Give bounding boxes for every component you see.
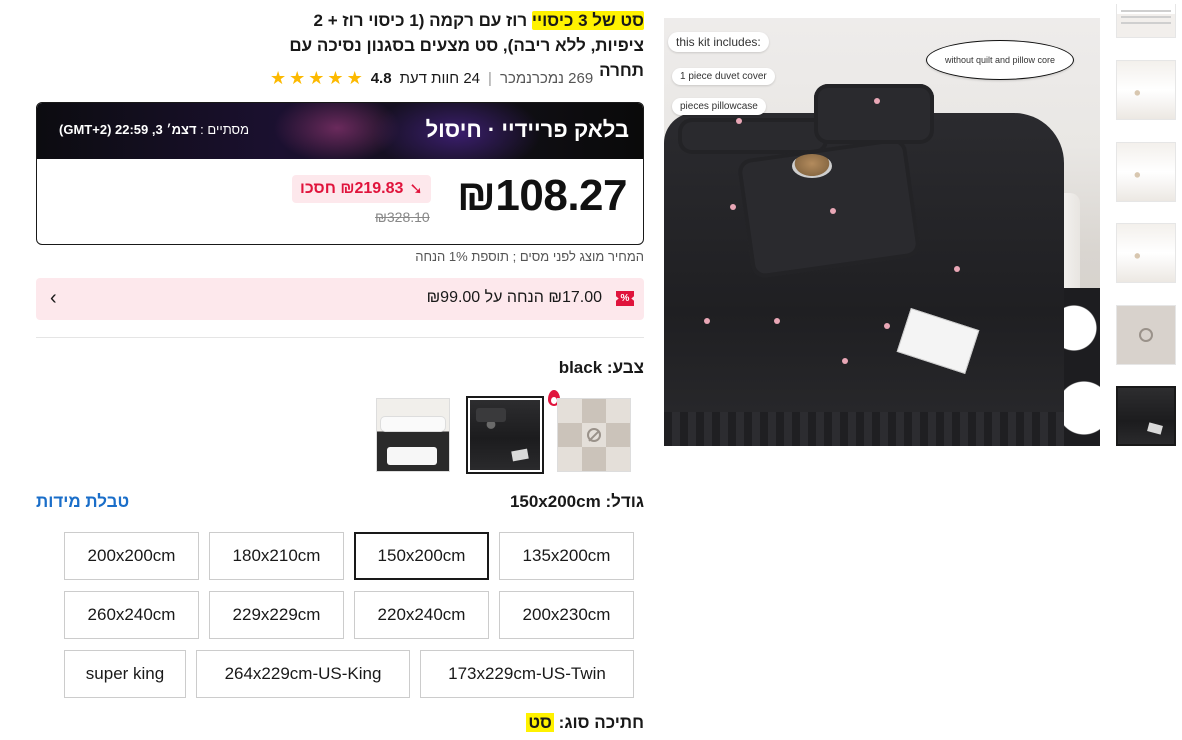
color-label: צבע: black xyxy=(400,358,644,378)
duvet-cover-bubble: 1 piece duvet cover xyxy=(672,68,775,85)
ruffle-image xyxy=(664,412,1064,446)
deal-banner: בלאק פריידיי · חיסול מסתיים : דצמ׳ 3, 22… xyxy=(37,103,643,159)
rating-score: 4.8 xyxy=(370,69,392,87)
size-option-selected[interactable]: 150x200cm xyxy=(354,532,489,580)
swatch-image xyxy=(470,400,540,470)
rose-dot xyxy=(842,358,848,364)
separator: | xyxy=(488,69,492,87)
size-option[interactable]: super king xyxy=(64,650,186,698)
size-option[interactable]: 200x200cm xyxy=(64,532,199,580)
reviews-link[interactable]: 24 חוות דעת xyxy=(400,70,480,87)
pillow-image xyxy=(678,118,828,154)
chevron-left-icon[interactable]: ‹ xyxy=(50,287,57,310)
sold-count: 269 נמכרנמכר xyxy=(499,69,594,87)
rose-dot xyxy=(830,208,836,214)
tax-note: המחיר מוצג לפני מסים ; תוספת 1% הנחה xyxy=(415,249,644,264)
star-icon: ★ xyxy=(346,68,363,88)
type-label-text: חתיכה סוג: xyxy=(558,713,644,732)
thumbnail-placeholder[interactable] xyxy=(1116,305,1176,365)
size-chart-link[interactable]: טבלת מידות xyxy=(36,492,129,512)
savings-badge: ➘ ₪219.83 חסכו xyxy=(292,175,431,203)
coupon-text: ₪17.00 הנחה על ₪99.00 xyxy=(426,289,602,306)
pillowcase-bubble: pieces pillowcase xyxy=(672,98,766,115)
size-option[interactable]: 229x229cm xyxy=(209,591,344,639)
rose-dot xyxy=(874,98,880,104)
deal-ends-label: מסתיים : xyxy=(200,122,250,137)
size-label: גודל: 150x200cm xyxy=(400,492,644,512)
thumbnail[interactable] xyxy=(1116,4,1176,38)
rose-dot xyxy=(730,204,736,210)
thumbnail[interactable] xyxy=(1116,142,1176,202)
size-option[interactable]: 220x240cm xyxy=(354,591,489,639)
size-option[interactable]: 200x230cm xyxy=(499,591,634,639)
rose-dot xyxy=(704,318,710,324)
size-option[interactable]: 173x229cm-US-Twin xyxy=(420,650,634,698)
arrow-down-icon: ➘ xyxy=(409,181,423,198)
rose-dot xyxy=(884,323,890,329)
rose-dot xyxy=(736,118,742,124)
original-price: ₪328.10 xyxy=(375,209,430,225)
color-swatch-black[interactable] xyxy=(466,396,544,474)
size-option[interactable]: 260x240cm xyxy=(64,591,199,639)
savings-text: ₪219.83 חסכו xyxy=(300,180,404,197)
color-value: black xyxy=(558,358,603,377)
without-quilt-bubble: without quilt and pillow core xyxy=(926,40,1075,80)
current-price: ₪108.27 xyxy=(457,171,627,220)
rose-dot xyxy=(954,266,960,272)
price-box: בלאק פריידיי · חיסול מסתיים : דצמ׳ 3, 22… xyxy=(36,102,644,245)
main-product-image[interactable]: this kit includes: 1 piece duvet cover p… xyxy=(664,18,1100,446)
deal-title: בלאק פריידיי · חיסול xyxy=(425,117,629,142)
coupon-tag-icon: % xyxy=(616,291,634,306)
rating-row: ★ ★ ★ ★ ★ 4.8 24 חוות דעת | 269 נמכרנמכר xyxy=(270,66,644,90)
coupon-bar[interactable]: % ₪17.00 הנחה על ₪99.00 ‹ xyxy=(36,278,644,320)
deal-ends-value: דצמ׳ 3, 22:59 (GMT+2) xyxy=(59,122,197,137)
unavailable-icon xyxy=(587,428,601,442)
size-option[interactable]: 264x229cm-US-King xyxy=(196,650,410,698)
color-label-text: צבע: xyxy=(606,358,644,377)
pillow-image xyxy=(814,84,934,144)
color-swatch-white-black[interactable] xyxy=(376,398,450,472)
star-icon: ★ xyxy=(308,68,325,88)
size-option[interactable]: 180x210cm xyxy=(209,532,344,580)
size-option[interactable]: 135x200cm xyxy=(499,532,634,580)
pillow-image xyxy=(736,136,922,280)
star-icon: ★ xyxy=(270,68,287,88)
thumbnail[interactable] xyxy=(1116,223,1176,283)
rating-stars[interactable]: ★ ★ ★ ★ ★ xyxy=(270,69,363,87)
type-label: חתיכה סוג: סט xyxy=(400,713,644,733)
kit-includes-bubble: this kit includes: xyxy=(668,32,769,52)
size-value: 150x200cm xyxy=(509,492,601,511)
rose-dot xyxy=(774,318,780,324)
title-highlight: סט של 3 כיסויי xyxy=(531,11,644,30)
bowl-image xyxy=(792,154,832,178)
deal-countdown: מסתיים : דצמ׳ 3, 22:59 (GMT+2) xyxy=(59,122,249,137)
thumbnail-selected[interactable] xyxy=(1116,386,1176,446)
type-value: סט xyxy=(526,713,554,732)
thumbnail[interactable] xyxy=(1116,60,1176,120)
color-swatch-placeholder[interactable] xyxy=(557,398,631,472)
size-label-text: גודל: xyxy=(605,492,644,511)
star-icon: ★ xyxy=(327,68,344,88)
star-icon: ★ xyxy=(289,68,306,88)
divider xyxy=(36,337,644,338)
